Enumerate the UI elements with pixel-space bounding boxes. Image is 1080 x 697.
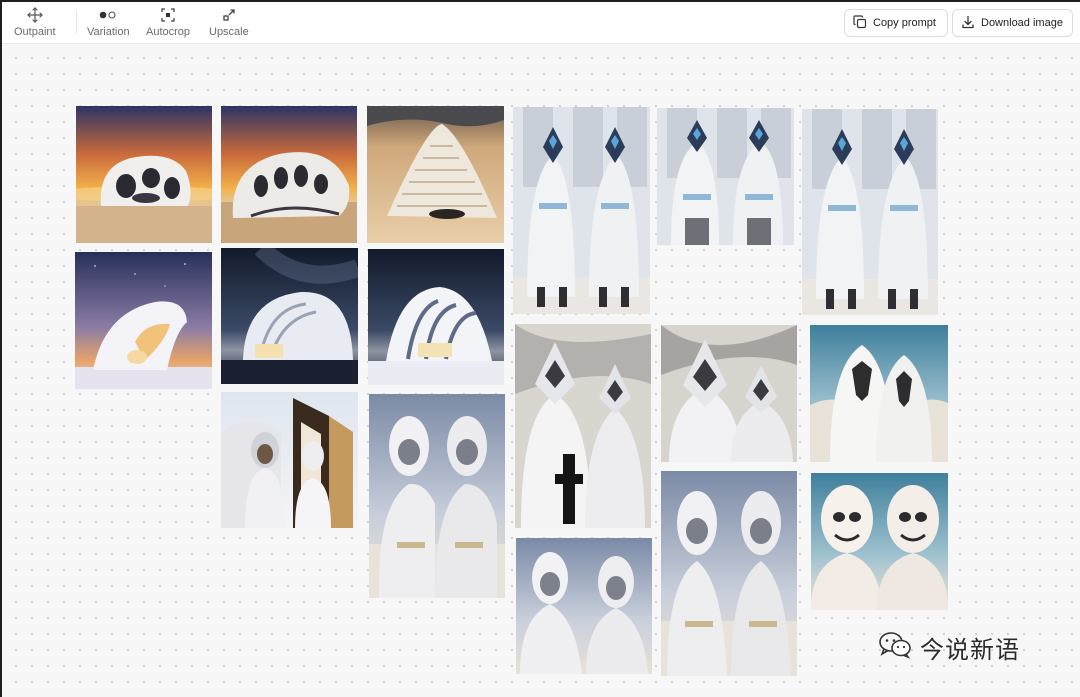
gallery-image[interactable]: [515, 324, 651, 528]
gallery-image[interactable]: [221, 248, 358, 384]
autocrop-icon: [161, 6, 175, 24]
gallery-image[interactable]: [368, 249, 504, 385]
upscale-label: Upscale: [209, 26, 249, 38]
gallery-image[interactable]: [661, 471, 797, 676]
watermark-text: 今说新语: [920, 636, 1020, 664]
gallery-image[interactable]: [802, 109, 938, 315]
gallery-image[interactable]: [369, 394, 505, 598]
download-icon: [961, 15, 975, 32]
gallery-image[interactable]: [75, 252, 212, 389]
watermark: 今说新语: [878, 630, 1020, 665]
upscale-icon: [222, 6, 236, 24]
upscale-button[interactable]: Upscale: [209, 6, 249, 38]
outpaint-label: Outpaint: [14, 26, 56, 38]
gallery-image[interactable]: [810, 325, 948, 462]
download-image-button[interactable]: Download image: [952, 9, 1073, 37]
toolbar-divider: [76, 10, 77, 34]
variation-button[interactable]: Variation: [87, 6, 130, 38]
variation-dots-icon: [98, 6, 118, 24]
gallery-image[interactable]: [221, 392, 358, 528]
autocrop-button[interactable]: Autocrop: [146, 6, 190, 38]
toolbar: Outpaint Variation Autocrop Upscale Copy…: [0, 0, 1080, 44]
gallery-image[interactable]: [513, 107, 650, 314]
gallery-image[interactable]: [661, 325, 797, 462]
gallery-image[interactable]: [76, 106, 212, 243]
image-canvas[interactable]: [0, 44, 1080, 697]
gallery-image[interactable]: [221, 106, 357, 243]
outpaint-button[interactable]: Outpaint: [14, 6, 56, 38]
gallery-image[interactable]: [811, 473, 948, 610]
copy-prompt-label: Copy prompt: [873, 17, 936, 29]
gallery-image[interactable]: [367, 106, 504, 243]
gallery-image[interactable]: [516, 538, 652, 674]
download-image-label: Download image: [981, 17, 1063, 29]
gallery-image[interactable]: [657, 108, 794, 245]
wechat-icon: [878, 631, 912, 664]
move-arrows-icon: [26, 6, 43, 24]
variation-label: Variation: [87, 26, 130, 38]
autocrop-label: Autocrop: [146, 26, 191, 38]
copy-icon: [853, 14, 867, 32]
copy-prompt-button[interactable]: Copy prompt: [844, 9, 948, 37]
